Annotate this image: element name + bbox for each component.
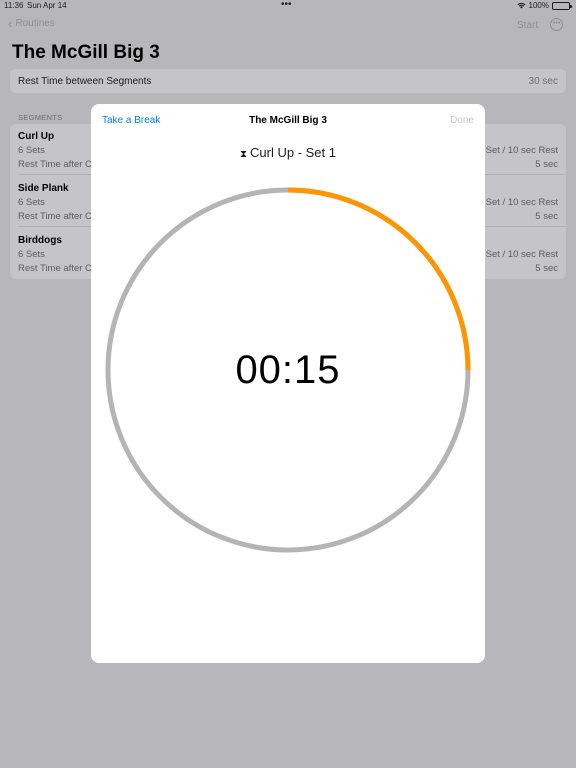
- segment-name: Curl Up: [18, 131, 55, 142]
- segments-header: SEGMENTS: [18, 113, 63, 122]
- segment-detail: Set / 10 sec Rest: [485, 145, 558, 156]
- multitasking-dots[interactable]: •••: [281, 0, 292, 10]
- page-title: The McGill Big 3: [12, 42, 160, 63]
- battery-percent: 100%: [528, 1, 549, 10]
- back-button[interactable]: ‹ Routines: [8, 15, 55, 31]
- segment-name: Birddogs: [18, 235, 62, 246]
- wifi-icon: [517, 2, 526, 9]
- status-right: 100%: [517, 1, 572, 10]
- segment-detail: Set / 10 sec Rest: [485, 249, 558, 260]
- chevron-left-icon: ‹: [8, 15, 13, 31]
- segment-name: Side Plank: [18, 183, 69, 194]
- rest-between-row[interactable]: Rest Time between Segments 30 sec: [10, 69, 566, 93]
- status-time: 11:36: [4, 1, 24, 10]
- segment-detail: Set / 10 sec Rest: [485, 197, 558, 208]
- ellipsis-circle-icon[interactable]: •••: [550, 18, 563, 31]
- status-date: Sun Apr 14: [27, 1, 67, 10]
- segment-rest-value: 5 sec: [535, 211, 558, 222]
- segment-rest-label: Rest Time after C: [18, 211, 92, 222]
- status-bar: 11:36 Sun Apr 14 ••• 100%: [0, 0, 576, 12]
- battery-icon: [552, 1, 572, 10]
- segment-rest-value: 5 sec: [535, 263, 558, 274]
- segment-rest-value: 5 sec: [535, 159, 558, 170]
- rest-between-label: Rest Time between Segments: [18, 76, 152, 87]
- segment-sets: 6 Sets: [18, 197, 45, 208]
- timer-modal: Take a Break The McGill Big 3 Done ⧗ Curl…: [91, 104, 485, 663]
- segment-sets: 6 Sets: [18, 145, 45, 156]
- start-button[interactable]: Start: [517, 20, 538, 31]
- segment-rest-label: Rest Time after C: [18, 263, 92, 274]
- back-label: Routines: [15, 18, 55, 29]
- timer-display: 00:15: [235, 348, 341, 392]
- segment-sets: 6 Sets: [18, 249, 45, 260]
- rest-between-value: 30 sec: [528, 76, 558, 87]
- segment-rest-label: Rest Time after C: [18, 159, 92, 170]
